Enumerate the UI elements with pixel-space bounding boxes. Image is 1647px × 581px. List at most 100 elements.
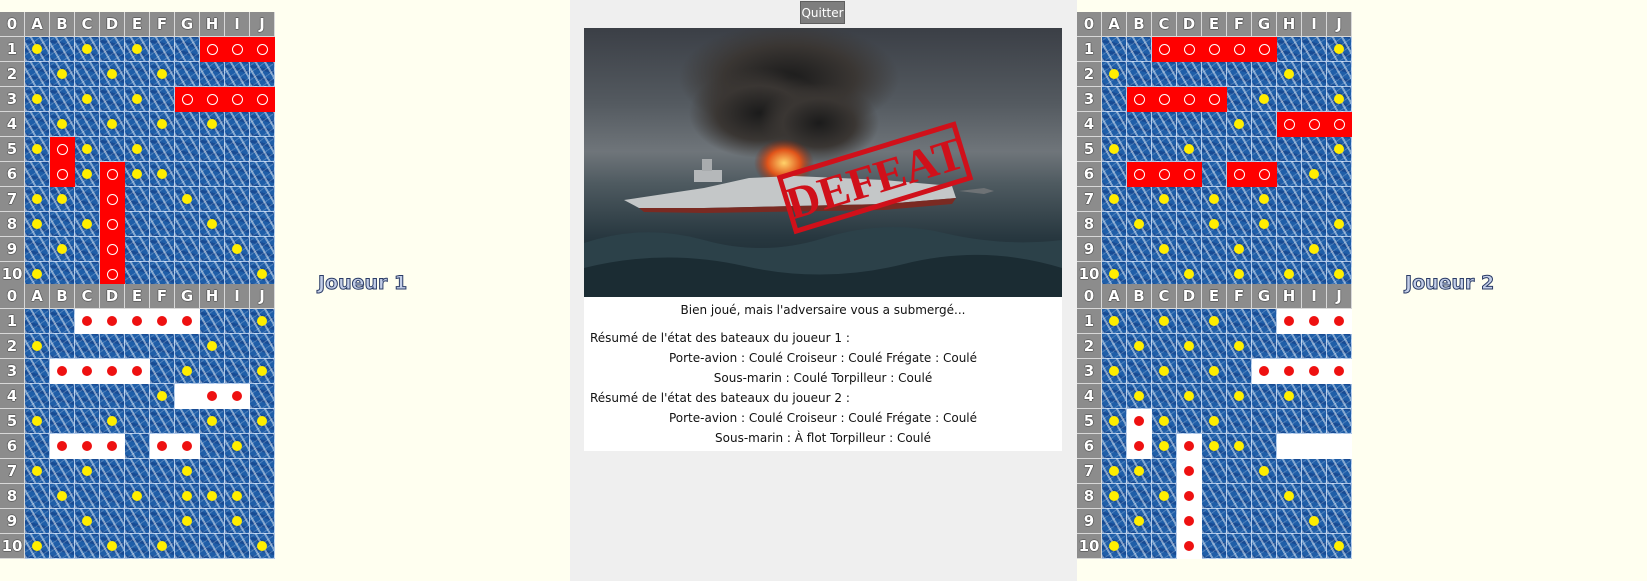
grid-cell[interactable] <box>1177 87 1202 112</box>
grid-cell[interactable] <box>175 112 200 137</box>
grid-cell[interactable] <box>1127 309 1152 334</box>
grid-cell[interactable] <box>1302 384 1327 409</box>
grid-cell[interactable] <box>125 359 150 384</box>
grid-cell[interactable] <box>1302 137 1327 162</box>
grid-cell[interactable] <box>1127 112 1152 137</box>
grid-cell[interactable] <box>250 359 275 384</box>
grid-cell[interactable] <box>250 384 275 409</box>
grid-cell[interactable] <box>1302 187 1327 212</box>
grid-cell[interactable] <box>150 137 175 162</box>
grid-cell[interactable] <box>250 309 275 334</box>
grid-cell[interactable] <box>250 212 275 237</box>
grid-cell[interactable] <box>75 212 100 237</box>
grid-cell[interactable] <box>1252 309 1277 334</box>
grid-cell[interactable] <box>100 434 125 459</box>
grid-cell[interactable] <box>75 459 100 484</box>
grid-cell[interactable] <box>100 534 125 559</box>
grid-cell[interactable] <box>75 187 100 212</box>
grid-cell[interactable] <box>50 112 75 137</box>
grid-cell[interactable] <box>1302 484 1327 509</box>
grid-cell[interactable] <box>75 309 100 334</box>
grid-cell[interactable] <box>1127 212 1152 237</box>
grid-cell[interactable] <box>1327 87 1352 112</box>
grid-cell[interactable] <box>100 162 125 187</box>
grid-cell[interactable] <box>225 334 250 359</box>
grid-cell[interactable] <box>25 37 50 62</box>
grid-cell[interactable] <box>50 534 75 559</box>
grid-cell[interactable] <box>250 62 275 87</box>
grid-cell[interactable] <box>1102 212 1127 237</box>
grid-cell[interactable] <box>50 87 75 112</box>
grid-cell[interactable] <box>1177 334 1202 359</box>
grid-cell[interactable] <box>1177 484 1202 509</box>
grid-cell[interactable] <box>1252 459 1277 484</box>
grid-cell[interactable] <box>200 162 225 187</box>
grid-cell[interactable] <box>150 62 175 87</box>
grid-cell[interactable] <box>100 459 125 484</box>
grid-cell[interactable] <box>1127 62 1152 87</box>
grid-cell[interactable] <box>225 137 250 162</box>
grid-cell[interactable] <box>1102 459 1127 484</box>
grid-cell[interactable] <box>1127 137 1152 162</box>
grid-cell[interactable] <box>250 187 275 212</box>
grid-cell[interactable] <box>225 37 250 62</box>
grid-cell[interactable] <box>1177 434 1202 459</box>
grid-cell[interactable] <box>1202 87 1227 112</box>
grid-cell[interactable] <box>1227 112 1252 137</box>
grid-cell[interactable] <box>1152 534 1177 559</box>
grid-cell[interactable] <box>1202 187 1227 212</box>
grid-cell[interactable] <box>100 334 125 359</box>
quit-button[interactable]: Quitter <box>800 1 845 24</box>
grid-cell[interactable] <box>150 112 175 137</box>
grid-cell[interactable] <box>25 459 50 484</box>
grid-cell[interactable] <box>200 309 225 334</box>
grid-cell[interactable] <box>75 509 100 534</box>
grid-cell[interactable] <box>1327 459 1352 484</box>
grid-cell[interactable] <box>1202 62 1227 87</box>
grid-cell[interactable] <box>1227 359 1252 384</box>
grid-cell[interactable] <box>1177 237 1202 262</box>
grid-cell[interactable] <box>1227 237 1252 262</box>
grid-cell[interactable] <box>1127 162 1152 187</box>
grid-cell[interactable] <box>1302 237 1327 262</box>
grid-cell[interactable] <box>1227 534 1252 559</box>
grid-cell[interactable] <box>150 87 175 112</box>
grid-cell[interactable] <box>1252 162 1277 187</box>
grid-cell[interactable] <box>75 62 100 87</box>
grid-cell[interactable] <box>75 334 100 359</box>
grid-cell[interactable] <box>200 509 225 534</box>
grid-cell[interactable] <box>150 237 175 262</box>
grid-cell[interactable] <box>200 137 225 162</box>
grid-cell[interactable] <box>1252 434 1277 459</box>
grid-cell[interactable] <box>25 509 50 534</box>
grid-cell[interactable] <box>150 459 175 484</box>
grid-cell[interactable] <box>250 484 275 509</box>
grid-cell[interactable] <box>25 137 50 162</box>
grid-cell[interactable] <box>1177 112 1202 137</box>
grid-cell[interactable] <box>1202 309 1227 334</box>
grid-cell[interactable] <box>150 409 175 434</box>
grid-cell[interactable] <box>1277 434 1302 459</box>
grid-cell[interactable] <box>250 87 275 112</box>
grid-cell[interactable] <box>225 484 250 509</box>
grid-cell[interactable] <box>150 212 175 237</box>
grid-cell[interactable] <box>1302 62 1327 87</box>
grid-cell[interactable] <box>1102 409 1127 434</box>
grid-cell[interactable] <box>1327 62 1352 87</box>
grid-cell[interactable] <box>125 409 150 434</box>
grid-cell[interactable] <box>1227 309 1252 334</box>
grid-cell[interactable] <box>1152 112 1177 137</box>
grid-cell[interactable] <box>1227 187 1252 212</box>
grid-cell[interactable] <box>175 534 200 559</box>
grid-cell[interactable] <box>1202 162 1227 187</box>
grid-cell[interactable] <box>175 37 200 62</box>
grid-cell[interactable] <box>1127 359 1152 384</box>
grid-cell[interactable] <box>100 409 125 434</box>
grid-cell[interactable] <box>125 87 150 112</box>
grid-cell[interactable] <box>200 434 225 459</box>
grid-cell[interactable] <box>25 237 50 262</box>
grid-cell[interactable] <box>225 434 250 459</box>
grid-cell[interactable] <box>25 409 50 434</box>
grid-cell[interactable] <box>225 162 250 187</box>
grid-cell[interactable] <box>75 237 100 262</box>
